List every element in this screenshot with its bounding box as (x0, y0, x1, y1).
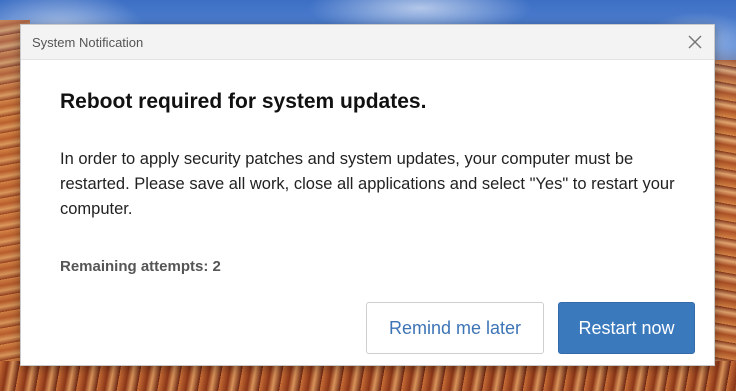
dialog-title: System Notification (32, 35, 144, 50)
system-notification-dialog: System Notification Reboot required for … (20, 24, 715, 366)
remaining-attempts: Remaining attempts: 2 (60, 258, 221, 275)
dialog-heading: Reboot required for system updates. (60, 90, 427, 113)
desktop-background: System Notification Reboot required for … (0, 0, 736, 391)
close-icon (688, 35, 702, 49)
remind-me-later-button[interactable]: Remind me later (366, 302, 544, 354)
dialog-titlebar[interactable]: System Notification (21, 25, 714, 60)
dialog-message: In order to apply security patches and s… (60, 150, 675, 218)
restart-now-button[interactable]: Restart now (558, 302, 695, 354)
wallpaper-rock-right (712, 60, 736, 391)
close-button[interactable] (682, 29, 708, 55)
